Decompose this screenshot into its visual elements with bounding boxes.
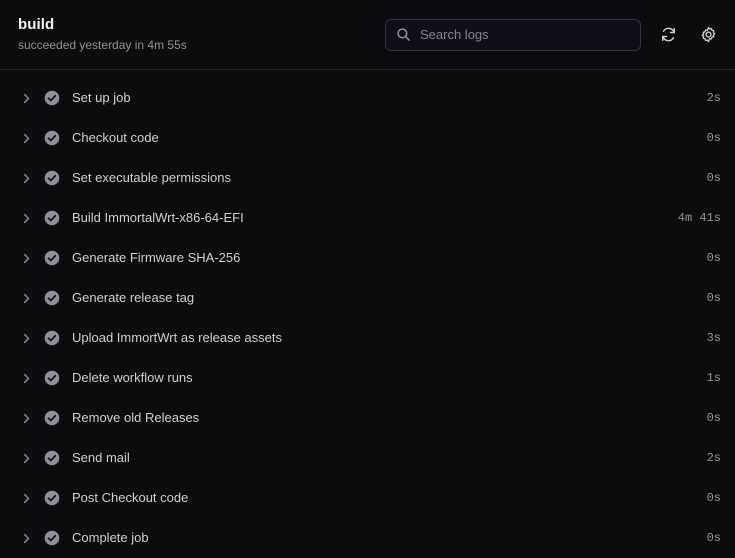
step-label: Upload ImmortWrt as release assets bbox=[72, 330, 282, 345]
chevron-right-icon[interactable] bbox=[18, 133, 34, 144]
step-row[interactable]: Complete job 0s bbox=[0, 518, 735, 558]
step-row[interactable]: Post Checkout code 0s bbox=[0, 478, 735, 518]
status-success-icon bbox=[44, 210, 60, 226]
gear-icon bbox=[700, 26, 717, 43]
sync-refresh-icon bbox=[660, 26, 677, 43]
status-success-icon bbox=[44, 90, 60, 106]
step-label: Generate Firmware SHA-256 bbox=[72, 250, 241, 265]
chevron-right-icon[interactable] bbox=[18, 293, 34, 304]
step-duration: 0s bbox=[706, 531, 721, 545]
status-success-icon bbox=[44, 410, 60, 426]
chevron-right-icon[interactable] bbox=[18, 533, 34, 544]
step-duration: 0s bbox=[706, 291, 721, 305]
step-duration: 1s bbox=[706, 371, 721, 385]
chevron-right-icon[interactable] bbox=[18, 493, 34, 504]
step-row[interactable]: Generate Firmware SHA-256 0s bbox=[0, 238, 735, 278]
settings-button[interactable] bbox=[695, 22, 721, 48]
step-label: Set up job bbox=[72, 90, 131, 105]
step-list: Set up job 2s Checkout code 0s Set execu… bbox=[0, 70, 735, 558]
step-row[interactable]: Checkout code 0s bbox=[0, 118, 735, 158]
job-log-header: build succeeded yesterday in 4m 55s bbox=[0, 0, 735, 70]
status-success-icon bbox=[44, 370, 60, 386]
step-row[interactable]: Generate release tag 0s bbox=[0, 278, 735, 318]
step-row[interactable]: Set executable permissions 0s bbox=[0, 158, 735, 198]
step-row[interactable]: Upload ImmortWrt as release assets 3s bbox=[0, 318, 735, 358]
step-row[interactable]: Remove old Releases 0s bbox=[0, 398, 735, 438]
header-actions bbox=[385, 18, 721, 51]
chevron-right-icon[interactable] bbox=[18, 93, 34, 104]
chevron-right-icon[interactable] bbox=[18, 253, 34, 264]
step-row[interactable]: Build ImmortalWrt-x86-64-EFI 4m 41s bbox=[0, 198, 735, 238]
step-duration: 2s bbox=[706, 91, 721, 105]
step-duration: 0s bbox=[706, 131, 721, 145]
chevron-right-icon[interactable] bbox=[18, 173, 34, 184]
chevron-right-icon[interactable] bbox=[18, 373, 34, 384]
step-duration: 2s bbox=[706, 451, 721, 465]
step-duration: 3s bbox=[706, 331, 721, 345]
step-duration: 0s bbox=[706, 491, 721, 505]
job-summary: build succeeded yesterday in 4m 55s bbox=[18, 16, 187, 53]
step-duration: 0s bbox=[706, 171, 721, 185]
step-label: Checkout code bbox=[72, 130, 159, 145]
refresh-button[interactable] bbox=[655, 22, 681, 48]
job-status-line: succeeded yesterday in 4m 55s bbox=[18, 38, 187, 52]
search-input[interactable] bbox=[420, 19, 630, 50]
step-label: Generate release tag bbox=[72, 290, 195, 305]
step-label: Complete job bbox=[72, 530, 149, 545]
chevron-right-icon[interactable] bbox=[18, 213, 34, 224]
step-label: Remove old Releases bbox=[72, 410, 200, 425]
chevron-right-icon[interactable] bbox=[18, 333, 34, 344]
status-success-icon bbox=[44, 130, 60, 146]
chevron-right-icon[interactable] bbox=[18, 413, 34, 424]
step-label: Send mail bbox=[72, 450, 130, 465]
page-title: build bbox=[18, 16, 55, 33]
search-icon bbox=[396, 27, 411, 42]
step-row[interactable]: Send mail 2s bbox=[0, 438, 735, 478]
search-logs-field[interactable] bbox=[385, 18, 641, 51]
status-success-icon bbox=[44, 330, 60, 346]
step-label: Delete workflow runs bbox=[72, 370, 193, 385]
step-row[interactable]: Delete workflow runs 1s bbox=[0, 358, 735, 398]
chevron-right-icon[interactable] bbox=[18, 453, 34, 464]
status-success-icon bbox=[44, 290, 60, 306]
step-duration: 0s bbox=[706, 251, 721, 265]
status-success-icon bbox=[44, 250, 60, 266]
step-row[interactable]: Set up job 2s bbox=[0, 78, 735, 118]
status-success-icon bbox=[44, 530, 60, 546]
status-success-icon bbox=[44, 450, 60, 466]
step-label: Set executable permissions bbox=[72, 170, 231, 185]
status-success-icon bbox=[44, 170, 60, 186]
step-duration: 4m 41s bbox=[677, 211, 721, 225]
step-duration: 0s bbox=[706, 411, 721, 425]
step-label: Post Checkout code bbox=[72, 490, 189, 505]
step-label: Build ImmortalWrt-x86-64-EFI bbox=[72, 210, 244, 225]
status-success-icon bbox=[44, 490, 60, 506]
